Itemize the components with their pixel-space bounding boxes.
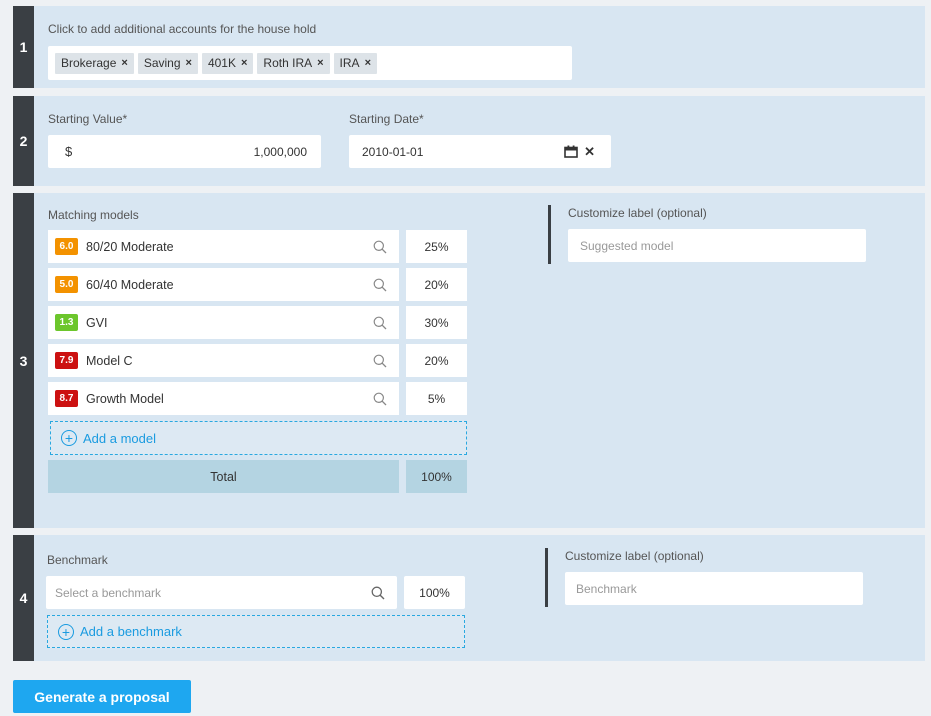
calendar-icon[interactable] <box>564 145 578 158</box>
model-percent: 30% <box>424 315 449 330</box>
benchmark-percent-box[interactable]: 100% <box>404 576 465 609</box>
model-percent: 5% <box>427 391 446 406</box>
accounts-chip-input[interactable]: Brokerage × Saving × 401K × Roth IRA × IRA × <box>48 46 572 80</box>
model-row[interactable]: 6.0 80/20 Moderate <box>48 230 399 263</box>
customize-label-input[interactable]: Suggested model <box>568 229 866 262</box>
search-icon[interactable] <box>369 312 391 334</box>
account-chip[interactable]: Roth IRA × <box>257 52 330 74</box>
benchmark-placeholder: Select a benchmark <box>55 585 162 600</box>
benchmark-customize-placeholder: Benchmark <box>576 581 637 596</box>
starting-date-field[interactable]: 2010-01-01 ✕ <box>349 135 611 168</box>
model-name: Growth Model <box>86 391 164 406</box>
risk-score-badge: 8.7 <box>55 390 78 407</box>
step-number: 4 <box>13 535 34 661</box>
models-section: 3 Matching models 6.0 80/20 Moderate 25% 5.… <box>13 193 925 528</box>
plus-circle-icon: + <box>61 430 77 446</box>
account-chip-label: 401K <box>207 56 236 70</box>
model-percent-box[interactable]: 30% <box>406 306 467 339</box>
add-benchmark-button[interactable]: + Add a benchmark <box>47 615 465 648</box>
search-icon[interactable] <box>369 236 391 258</box>
starting-value-field[interactable]: $ 1,000,000 <box>48 135 321 168</box>
model-percent-box[interactable]: 20% <box>406 344 467 377</box>
add-model-button[interactable]: + Add a model <box>50 421 467 455</box>
matching-models-label: Matching models <box>48 208 139 222</box>
close-icon[interactable]: ✕ <box>584 144 595 160</box>
account-chip[interactable]: Saving × <box>137 52 198 74</box>
benchmark-section: 4 Benchmark Select a benchmark 100% + Ad… <box>13 535 925 661</box>
risk-score-badge: 7.9 <box>55 352 78 369</box>
search-icon[interactable] <box>369 274 391 296</box>
account-chip-label: IRA <box>339 56 360 70</box>
search-icon[interactable] <box>369 388 391 410</box>
risk-score-badge: 1.3 <box>55 314 78 331</box>
account-chip[interactable]: IRA × <box>333 52 377 74</box>
model-row[interactable]: 7.9 Model C <box>48 344 399 377</box>
add-benchmark-label: Add a benchmark <box>80 624 182 639</box>
remove-chip-icon[interactable]: × <box>241 57 247 69</box>
model-name: 60/40 Moderate <box>86 277 174 292</box>
plus-circle-icon: + <box>58 623 74 640</box>
currency-symbol: $ <box>65 144 73 159</box>
model-row[interactable]: 5.0 60/40 Moderate <box>48 268 399 301</box>
model-name: 80/20 Moderate <box>86 239 174 254</box>
remove-chip-icon[interactable]: × <box>317 57 323 69</box>
accounts-label: Click to add additional accounts for the… <box>48 22 317 36</box>
benchmark-customize-input[interactable]: Benchmark <box>565 572 863 605</box>
risk-score-badge: 6.0 <box>55 238 78 255</box>
benchmark-search-field[interactable]: Select a benchmark <box>46 576 397 609</box>
starting-value: 1,000,000 <box>253 144 307 159</box>
model-percent-box[interactable]: 20% <box>406 268 467 301</box>
starting-value-label: Starting Value* <box>48 112 128 126</box>
account-chip[interactable]: 401K × <box>201 52 254 74</box>
risk-score-badge: 5.0 <box>55 276 78 293</box>
starting-date: 2010-01-01 <box>362 144 424 159</box>
divider <box>545 548 548 607</box>
start-section: 2 Starting Value* $ 1,000,000 Starting D… <box>13 96 925 186</box>
search-icon[interactable] <box>369 350 391 372</box>
model-percent-box[interactable]: 25% <box>406 230 467 263</box>
step-number: 1 <box>13 6 34 88</box>
model-percent: 25% <box>424 239 449 254</box>
generate-proposal-button[interactable]: Generate a proposal <box>13 680 191 713</box>
remove-chip-icon[interactable]: × <box>365 57 371 69</box>
model-percent: 20% <box>424 277 449 292</box>
search-icon[interactable] <box>367 582 389 604</box>
customize-label: Customize label (optional) <box>568 206 707 220</box>
benchmark-label: Benchmark <box>47 553 108 567</box>
total-percent: 100% <box>421 469 452 484</box>
model-percent: 20% <box>424 353 449 368</box>
total-percent-box: 100% <box>406 460 467 493</box>
model-row[interactable]: 8.7 Growth Model <box>48 382 399 415</box>
benchmark-percent: 100% <box>419 585 450 600</box>
total-bar: Total <box>48 460 399 493</box>
customize-placeholder: Suggested model <box>580 238 674 253</box>
remove-chip-icon[interactable]: × <box>121 57 127 69</box>
model-percent-box[interactable]: 5% <box>406 382 467 415</box>
account-chip[interactable]: Brokerage × <box>55 52 134 74</box>
total-label: Total <box>210 469 237 484</box>
account-chip-label: Saving <box>143 56 181 70</box>
model-name: GVI <box>86 315 108 330</box>
account-chip-label: Brokerage <box>61 56 117 70</box>
step-number: 3 <box>13 193 34 528</box>
customize-label: Customize label (optional) <box>565 549 704 563</box>
divider <box>548 205 551 264</box>
model-name: Model C <box>86 353 133 368</box>
remove-chip-icon[interactable]: × <box>186 57 192 69</box>
accounts-section: 1 Click to add additional accounts for t… <box>13 6 925 88</box>
account-chip-label: Roth IRA <box>263 56 313 70</box>
starting-date-label: Starting Date* <box>349 112 424 126</box>
add-model-label: Add a model <box>83 430 156 446</box>
model-row[interactable]: 1.3 GVI <box>48 306 399 339</box>
step-number: 2 <box>13 96 34 186</box>
